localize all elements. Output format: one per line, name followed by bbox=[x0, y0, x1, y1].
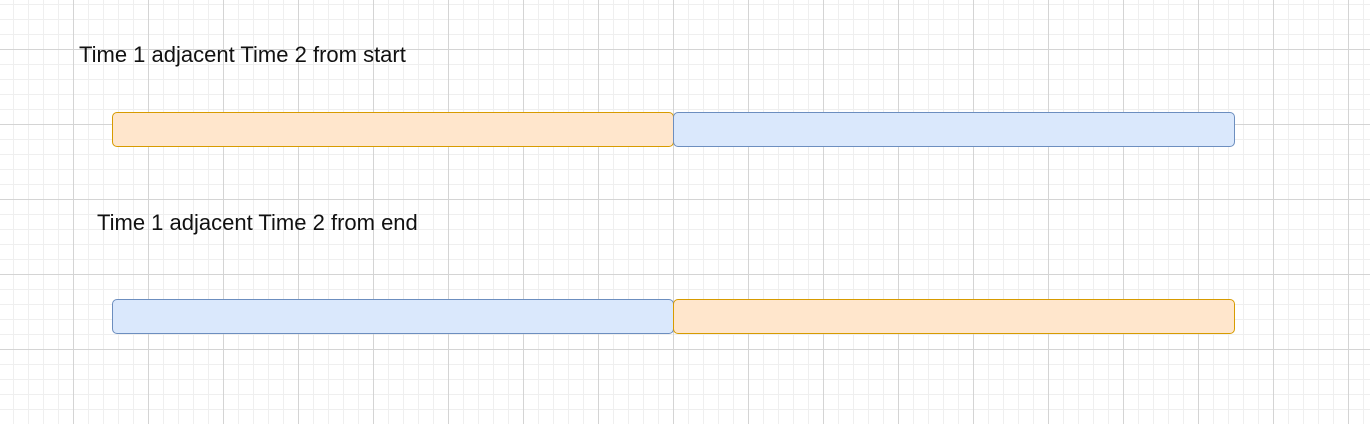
row-1-time-1-bar[interactable] bbox=[112, 112, 674, 147]
row-2-title: Time 1 adjacent Time 2 from end bbox=[97, 210, 418, 235]
row-2-time-1-bar[interactable] bbox=[673, 299, 1235, 334]
row-2-time-2-bar[interactable] bbox=[112, 299, 674, 334]
row-1-title: Time 1 adjacent Time 2 from start bbox=[79, 42, 406, 67]
row-1-time-2-bar[interactable] bbox=[673, 112, 1235, 147]
diagram-canvas: Time 1 adjacent Time 2 from start Time 1… bbox=[0, 0, 1370, 424]
